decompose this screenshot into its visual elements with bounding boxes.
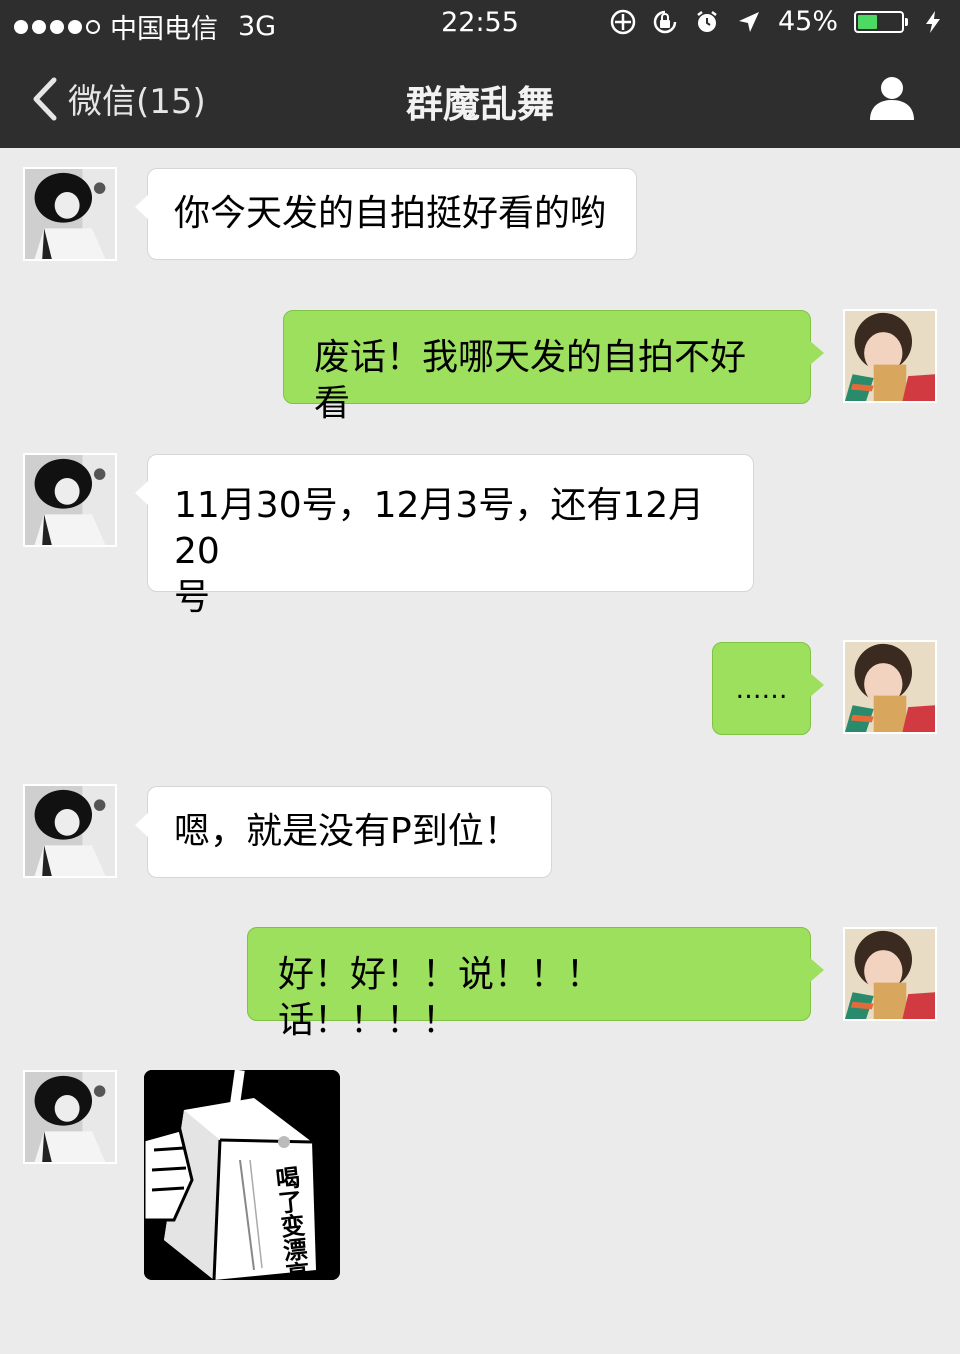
alarm-icon [697,10,717,32]
message-bubble-out[interactable]: 好！好！！说！！！话！！！！ [247,927,824,1041]
nav-bar: 微信(15) 群魔乱舞 [0,50,960,148]
location-service-icon [610,9,636,34]
charging-bolt-icon [926,10,940,33]
avatar-image [845,311,935,401]
friend-avatar[interactable] [23,784,117,878]
message-bubble-in[interactable]: 11月30号，12月3号，还有12月20 号 [135,454,754,618]
my-avatar[interactable] [843,927,937,1021]
message-text: 你今天发的自拍挺好看的哟 [174,193,607,234]
chat-title: 群魔乱舞 [406,83,554,126]
message-text: 好！好！！说！！！话！！！！ [278,954,603,1041]
sticker-message[interactable]: 喝了变漂亮 [144,1070,340,1280]
avatar-image [845,929,935,1019]
message-bubble-out[interactable]: 废话！我哪天发的自拍不好看 [283,310,824,424]
profile-icon[interactable] [868,74,916,122]
avatar-image [25,455,115,545]
sticker-image: 喝了变漂亮 [144,1070,340,1280]
battery-level-fill [858,14,877,29]
message-bubble-out[interactable]: …… [712,642,824,735]
avatar-image [25,1072,115,1162]
battery-percent: 45% [777,6,838,37]
battery-icon [854,10,908,33]
message-text: …… [735,675,788,705]
friend-avatar[interactable] [23,1070,117,1164]
friend-avatar[interactable] [23,167,117,261]
avatar-image [845,642,935,732]
my-avatar[interactable] [843,309,937,403]
status-bar: 中国电信 3G 22:55 45% [0,0,960,50]
message-bubble-in[interactable]: 你今天发的自拍挺好看的哟 [135,168,637,260]
my-avatar[interactable] [843,640,937,734]
location-arrow-icon [738,11,759,32]
avatar-image [25,169,115,259]
message-text-line-2: 号 [174,577,211,618]
friend-avatar[interactable] [23,453,117,547]
status-right: 45% [610,6,946,37]
rotation-lock-icon [653,10,677,33]
message-bubble-in[interactable]: 嗯，就是没有P到位！ [135,786,552,878]
message-text-line-1: 11月30号，12月3号，还有12月20 [174,485,705,572]
message-text: 嗯，就是没有P到位！ [174,811,520,852]
avatar-image [25,786,115,876]
message-text: 废话！我哪天发的自拍不好看 [314,337,747,424]
